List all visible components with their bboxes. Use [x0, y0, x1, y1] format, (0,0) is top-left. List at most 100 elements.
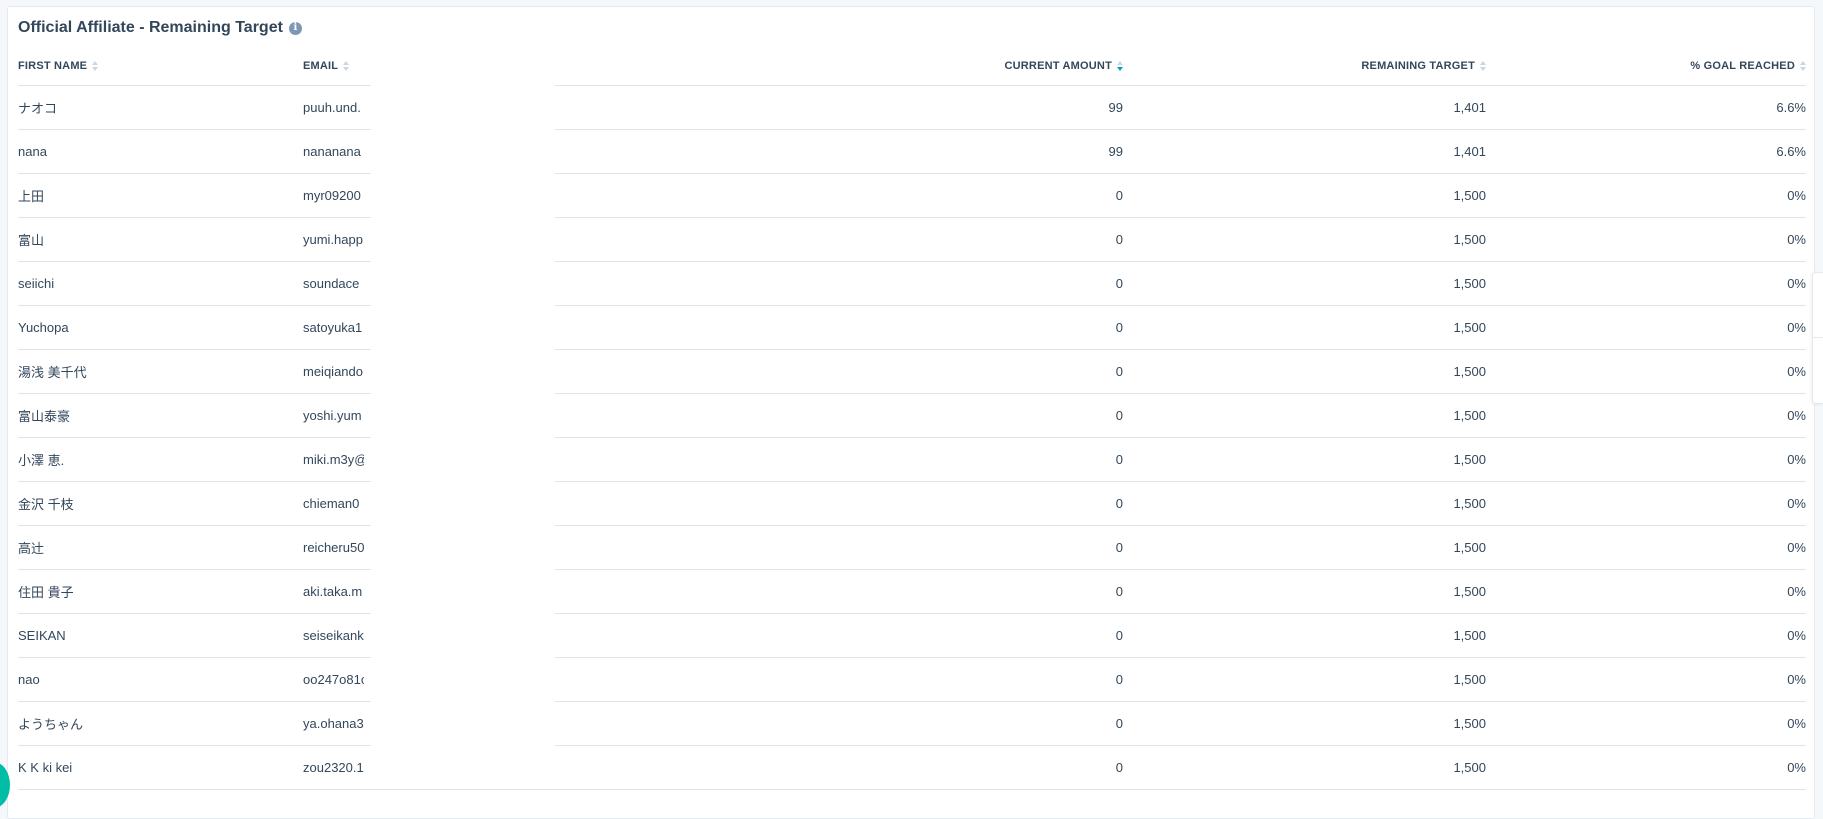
cell-goal-reached: 0% [1486, 613, 1806, 658]
cell-remaining-target: 1,401 [1123, 85, 1486, 130]
cell-current-amount: 99 [703, 129, 1123, 174]
column-header-label: EMAIL [303, 60, 339, 72]
email-text: reicheru50 [303, 540, 364, 555]
cell-first-name: Yuchopa [18, 305, 303, 350]
table-row: 富山 yumi.happ 0 1,500 0% [18, 217, 1806, 262]
cell-goal-reached: 0% [1486, 437, 1806, 482]
cell-first-name: K K ki kei [18, 745, 303, 790]
cell-goal-reached: 0% [1486, 657, 1806, 702]
cell-first-name: 住田 貴子 [18, 569, 303, 614]
table-row: 住田 貴子 aki.taka.m 0 1,500 0% [18, 569, 1806, 614]
column-header-label: REMAINING TARGET [1361, 60, 1475, 72]
column-header-label: % GOAL REACHED [1690, 60, 1795, 72]
cell-current-amount: 0 [703, 261, 1123, 306]
cell-email: zou2320.1 [303, 745, 703, 790]
column-header-label: FIRST NAME [18, 60, 88, 72]
sort-current-amount[interactable]: CURRENT AMOUNT [1004, 60, 1123, 72]
cell-goal-reached: 0% [1486, 217, 1806, 262]
cell-current-amount: 0 [703, 173, 1123, 218]
side-panel-divider [1813, 337, 1823, 338]
cell-current-amount: 0 [703, 305, 1123, 350]
cell-remaining-target: 1,500 [1123, 393, 1486, 438]
info-icon[interactable]: i [288, 21, 302, 35]
email-text: yumi.happ [303, 232, 363, 247]
cell-first-name: seiichi [18, 261, 303, 306]
table-row: 富山泰豪 yoshi.yum 0 1,500 0% [18, 393, 1806, 438]
cell-current-amount: 0 [703, 217, 1123, 262]
cell-remaining-target: 1,500 [1123, 437, 1486, 482]
table-row: ナオコ puuh.und. 99 1,401 6.6% [18, 85, 1806, 130]
cell-first-name: 富山泰豪 [18, 393, 303, 438]
email-text: zou2320.1 [303, 760, 364, 775]
cell-first-name: nao [18, 657, 303, 702]
table-row: 高辻 reicheru50 0 1,500 0% [18, 525, 1806, 570]
cell-remaining-target: 1,500 [1123, 349, 1486, 394]
sort-first-name[interactable]: FIRST NAME [18, 60, 99, 72]
cell-first-name: 金沢 千枝 [18, 481, 303, 526]
sort-email[interactable]: EMAIL [303, 60, 350, 72]
cell-goal-reached: 6.6% [1486, 129, 1806, 174]
email-text: seiseikank [303, 628, 364, 643]
cell-first-name: 富山 [18, 217, 303, 262]
cell-remaining-target: 1,500 [1123, 701, 1486, 746]
cell-current-amount: 99 [703, 85, 1123, 130]
table-row: K K ki kei zou2320.1 0 1,500 0% [18, 745, 1806, 790]
cell-remaining-target: 1,500 [1123, 525, 1486, 570]
email-text: miki.m3y@ [303, 452, 364, 467]
table-row: 金沢 千枝 chieman0 0 1,500 0% [18, 481, 1806, 526]
email-text: yoshi.yum [303, 408, 362, 423]
email-text: satoyuka1 [303, 320, 363, 335]
email-text: oo247o81c [303, 672, 364, 687]
cell-first-name: 小澤 恵. [18, 437, 303, 482]
cell-remaining-target: 1,500 [1123, 261, 1486, 306]
cell-first-name: 上田 [18, 173, 303, 218]
cell-goal-reached: 0% [1486, 261, 1806, 306]
email-text: nananana [303, 144, 361, 159]
column-header-label: CURRENT AMOUNT [1004, 60, 1112, 72]
column-header-goal-reached[interactable]: % GOAL REACHED [1486, 47, 1806, 86]
column-header-current-amount[interactable]: CURRENT AMOUNT [703, 47, 1123, 86]
email-text: meiqiando [303, 364, 363, 379]
cell-goal-reached: 0% [1486, 525, 1806, 570]
cell-remaining-target: 1,500 [1123, 217, 1486, 262]
sort-goal-reached[interactable]: % GOAL REACHED [1690, 60, 1806, 72]
column-header-first-name[interactable]: FIRST NAME [18, 47, 303, 86]
table-row: 湯浅 美千代 meiqiando 0 1,500 0% [18, 349, 1806, 394]
cell-remaining-target: 1,500 [1123, 481, 1486, 526]
cell-remaining-target: 1,500 [1123, 569, 1486, 614]
cell-first-name: nana [18, 129, 303, 174]
cell-first-name: 湯浅 美千代 [18, 349, 303, 394]
cell-goal-reached: 0% [1486, 745, 1806, 790]
table-row: nana nananana 99 1,401 6.6% [18, 129, 1806, 174]
cell-goal-reached: 0% [1486, 481, 1806, 526]
side-panel-tab[interactable] [1812, 272, 1823, 404]
email-text: puuh.und. [303, 100, 361, 115]
cell-first-name: ナオコ [18, 85, 303, 130]
report-table: FIRST NAME EMAIL CURRENT AMOUNT REMAININ… [18, 47, 1806, 790]
cell-current-amount: 0 [703, 349, 1123, 394]
report-title-row: Official Affiliate - Remaining Target i [18, 19, 302, 37]
email-text: chieman0 [303, 496, 360, 511]
email-text: soundace [303, 276, 360, 291]
email-text: aki.taka.m [303, 584, 363, 599]
cell-goal-reached: 0% [1486, 305, 1806, 350]
cell-current-amount: 0 [703, 613, 1123, 658]
redaction-overlay [371, 47, 555, 747]
cell-first-name: SEIKAN [18, 613, 303, 658]
cell-goal-reached: 0% [1486, 393, 1806, 438]
sort-icon [1800, 61, 1806, 71]
cell-goal-reached: 6.6% [1486, 85, 1806, 130]
sort-remaining-target[interactable]: REMAINING TARGET [1361, 60, 1486, 72]
cell-remaining-target: 1,500 [1123, 657, 1486, 702]
cell-first-name: ようちゃん [18, 701, 303, 746]
table-row: Yuchopa satoyuka1 0 1,500 0% [18, 305, 1806, 350]
table-row: 上田 myr09200 0 1,500 0% [18, 173, 1806, 218]
cell-remaining-target: 1,500 [1123, 613, 1486, 658]
cell-first-name: 高辻 [18, 525, 303, 570]
cell-current-amount: 0 [703, 701, 1123, 746]
column-header-remaining-target[interactable]: REMAINING TARGET [1123, 47, 1486, 86]
sort-descending-icon [1117, 61, 1123, 71]
cell-current-amount: 0 [703, 657, 1123, 702]
email-text: myr09200 [303, 188, 361, 203]
table-row: SEIKAN seiseikank 0 1,500 0% [18, 613, 1806, 658]
